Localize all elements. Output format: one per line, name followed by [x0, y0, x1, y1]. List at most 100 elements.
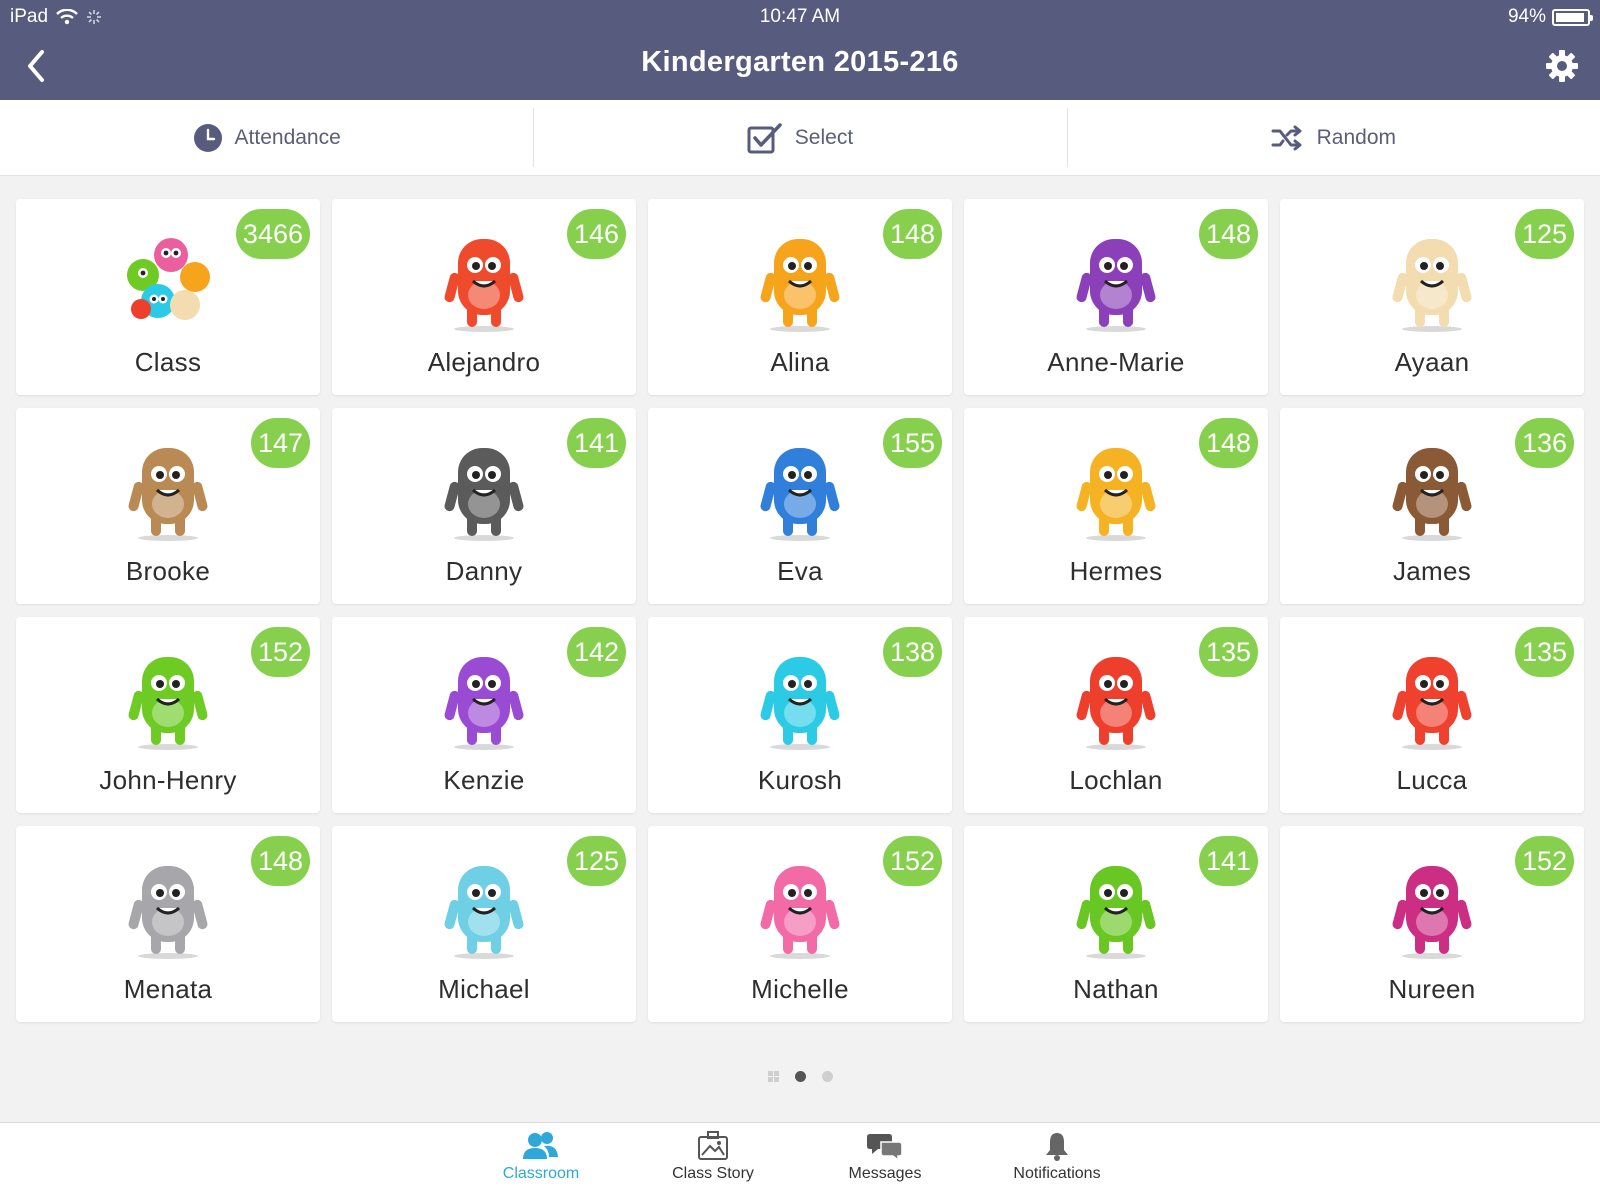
student-card[interactable]: 141 Nathan — [964, 826, 1268, 1022]
student-card[interactable]: 135 Lochlan — [964, 617, 1268, 813]
student-name: Danny — [445, 556, 523, 586]
points-badge: 135 — [1198, 627, 1258, 677]
shuffle-icon — [1271, 125, 1302, 150]
points-badge: 3466 — [235, 209, 310, 259]
nav-classroom[interactable]: Classroom — [466, 1131, 616, 1183]
student-name: Brooke — [125, 556, 211, 586]
student-name: Nureen — [1388, 974, 1476, 1004]
nav-notifications-label: Notifications — [1013, 1165, 1101, 1182]
settings-button[interactable] — [1544, 48, 1580, 84]
random-button[interactable]: Random — [1066, 100, 1600, 175]
points-badge: 141 — [1198, 836, 1258, 886]
battery-percent: 94% — [1507, 6, 1546, 27]
student-card[interactable]: 148 Menata — [16, 826, 320, 1022]
student-card[interactable]: 3466 Class — [16, 199, 320, 395]
nav-messages[interactable]: Messages — [810, 1131, 960, 1183]
student-card[interactable]: 146 Alejandro — [332, 199, 636, 395]
select-label: Select — [794, 125, 854, 149]
student-card[interactable]: 152 Nureen — [1280, 826, 1584, 1022]
attendance-button[interactable]: Attendance — [0, 100, 533, 175]
select-button[interactable]: Select — [533, 100, 1066, 175]
gear-icon — [1546, 50, 1578, 82]
monster-avatar-icon — [1076, 239, 1156, 332]
monster-avatar-icon — [760, 866, 840, 959]
points-badge: 141 — [566, 418, 626, 468]
monster-avatar-icon — [1076, 448, 1156, 541]
student-name: Alejandro — [427, 347, 541, 377]
student-name: Lucca — [1396, 765, 1468, 795]
student-card[interactable]: 148 Hermes — [964, 408, 1268, 604]
monster-avatar-icon — [444, 448, 524, 541]
page-title: Kindergarten 2015-216 — [641, 46, 959, 78]
points-badge: 148 — [1198, 418, 1258, 468]
student-name: James — [1392, 556, 1472, 586]
points-badge: 138 — [882, 627, 942, 677]
student-card[interactable]: 138 Kurosh — [648, 617, 952, 813]
monster-avatar-icon — [444, 239, 524, 332]
student-card[interactable]: 141 Danny — [332, 408, 636, 604]
monster-avatar-icon — [1392, 239, 1472, 332]
clock-icon — [193, 123, 222, 152]
student-name: Michael — [438, 974, 530, 1004]
student-card[interactable]: 125 Ayaan — [1280, 199, 1584, 395]
nav-classroom-label: Classroom — [502, 1165, 580, 1182]
checkbox-icon — [747, 122, 782, 153]
student-card[interactable]: 142 Kenzie — [332, 617, 636, 813]
nav-class-story[interactable]: Class Story — [638, 1131, 788, 1183]
points-badge: 148 — [250, 836, 310, 886]
student-card[interactable]: 136 James — [1280, 408, 1584, 604]
student-name: Kurosh — [757, 765, 843, 795]
nav-class-story-label: Class Story — [672, 1165, 754, 1182]
photo-icon — [698, 1131, 728, 1160]
student-card[interactable]: 152 Michelle — [648, 826, 952, 1022]
student-card[interactable]: 135 Lucca — [1280, 617, 1584, 813]
bottom-nav: Classroom Class Story Messages Notificat… — [0, 1122, 1600, 1200]
page-dot-1[interactable] — [794, 1071, 806, 1082]
users-icon — [523, 1132, 558, 1159]
attendance-label: Attendance — [234, 125, 341, 149]
battery-icon — [1552, 8, 1593, 26]
page-dot-2[interactable] — [821, 1071, 833, 1082]
student-name: Nathan — [1073, 974, 1159, 1004]
student-card[interactable]: 148 Anne-Marie — [964, 199, 1268, 395]
monster-avatar-icon — [760, 448, 840, 541]
monster-avatar-icon — [128, 657, 208, 750]
student-card[interactable]: 148 Alina — [648, 199, 952, 395]
monster-avatar-icon — [1392, 657, 1472, 750]
student-card[interactable]: 152 John-Henry — [16, 617, 320, 813]
points-badge: 146 — [566, 209, 626, 259]
monster-avatar-icon — [444, 657, 524, 750]
student-name: Ayaan — [1394, 347, 1470, 377]
points-badge: 152 — [882, 836, 942, 886]
student-name: Eva — [777, 556, 823, 586]
nav-notifications[interactable]: Notifications — [982, 1131, 1132, 1183]
student-name: Hermes — [1069, 556, 1163, 586]
student-name: Menata — [123, 974, 213, 1004]
points-badge: 155 — [882, 418, 942, 468]
monster-avatar-icon — [1392, 448, 1472, 541]
monster-avatar-icon — [128, 448, 208, 541]
points-badge: 142 — [566, 627, 626, 677]
student-name: Kenzie — [443, 765, 525, 795]
student-card[interactable]: 155 Eva — [648, 408, 952, 604]
grid-view-icon[interactable] — [767, 1071, 779, 1082]
monster-avatar-icon — [1076, 657, 1156, 750]
student-card[interactable]: 147 Brooke — [16, 408, 320, 604]
student-card[interactable]: 125 Michael — [332, 826, 636, 1022]
points-badge: 148 — [1198, 209, 1258, 259]
monster-avatar-icon — [444, 866, 524, 959]
student-name: Alina — [770, 347, 830, 377]
points-badge: 152 — [1514, 836, 1574, 886]
student-name: Class — [134, 347, 202, 377]
points-badge: 148 — [882, 209, 942, 259]
status-time: 10:47 AM — [759, 6, 841, 27]
student-name: John-Henry — [99, 765, 237, 795]
action-toolbar: Attendance Select Random — [0, 100, 1600, 176]
status-bar: iPad 10:47 AM 94% — [0, 0, 1600, 32]
points-badge: 147 — [250, 418, 310, 468]
student-name: Lochlan — [1069, 765, 1163, 795]
page-indicator — [0, 1071, 1600, 1082]
points-badge: 136 — [1514, 418, 1574, 468]
points-badge: 125 — [566, 836, 626, 886]
bell-icon — [1046, 1133, 1068, 1161]
